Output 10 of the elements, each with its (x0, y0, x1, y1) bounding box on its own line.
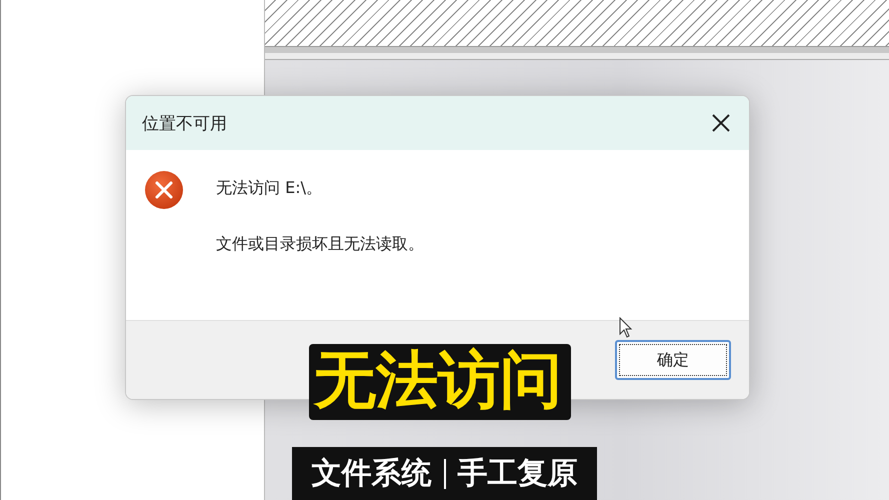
error-icon (144, 170, 184, 210)
caption-text: 文件系统 (312, 455, 432, 493)
dialog-title: 位置不可用 (142, 112, 227, 134)
error-detail: 文件或目录损坏且无法读取。 (216, 234, 424, 255)
ok-button[interactable]: 确定 (615, 340, 731, 380)
caption-headline: 无法访问 (309, 344, 571, 420)
caption-text: 手工复原 (458, 455, 578, 493)
cursor-icon (619, 317, 633, 339)
error-message: 无法访问 E:\。 (216, 178, 323, 199)
close-icon[interactable] (711, 113, 731, 133)
